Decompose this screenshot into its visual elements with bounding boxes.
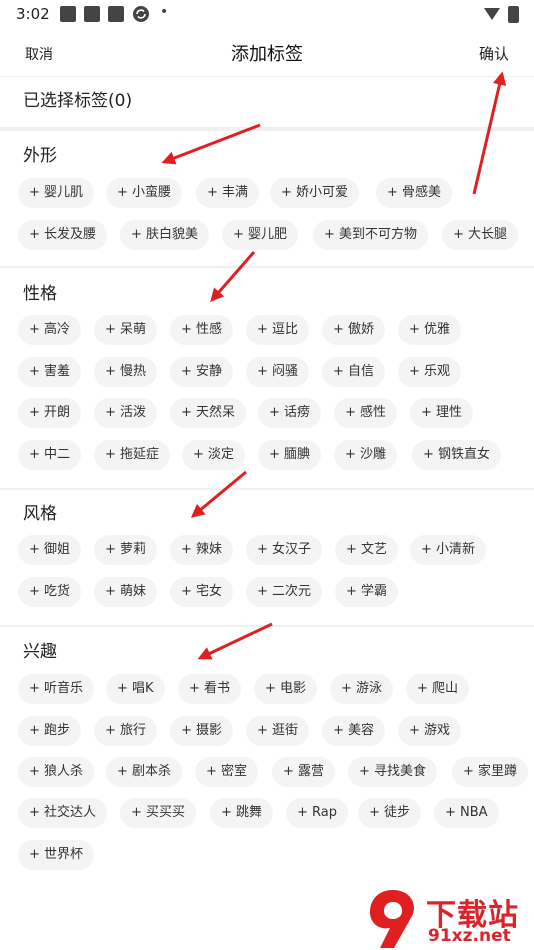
tag-chip[interactable]: + 话痨	[258, 398, 322, 428]
tag-chip[interactable]: + 感性	[334, 398, 398, 428]
tag-chip[interactable]: + 高冷	[18, 315, 82, 345]
tag-chip[interactable]: + 丰满	[196, 178, 260, 208]
section-title-style: 风格	[23, 504, 57, 524]
tag-chip[interactable]: + 家里蹲	[452, 757, 529, 787]
watermark-logo-icon	[370, 890, 414, 948]
tag-chip[interactable]: + 理性	[410, 398, 474, 428]
tag-chip[interactable]: + 美容	[322, 716, 386, 746]
tag-chip[interactable]: + 电影	[254, 674, 318, 704]
section-divider	[0, 488, 534, 490]
tag-chip[interactable]: + 腼腆	[258, 440, 322, 470]
tag-chip[interactable]: + 密室	[195, 757, 259, 787]
tag-chip[interactable]: + 萌妹	[94, 577, 158, 607]
tag-chip[interactable]: + 逛街	[246, 716, 310, 746]
tag-chip[interactable]: + 大长腿	[442, 220, 519, 250]
wifi-icon	[484, 8, 500, 20]
tag-chip[interactable]: + 优雅	[398, 315, 462, 345]
tag-chip[interactable]: + 傲娇	[322, 315, 386, 345]
tag-chip[interactable]: + 听音乐	[18, 674, 95, 704]
tag-chip[interactable]: + 钢铁直女	[412, 440, 502, 470]
notification-icon	[60, 6, 76, 22]
tag-chip[interactable]: + 二次元	[246, 577, 323, 607]
selected-tags-label: 已选择标签(0)	[23, 91, 133, 111]
tag-chip[interactable]: + 学霸	[335, 577, 399, 607]
tag-chip[interactable]: + 寻找美食	[348, 757, 438, 787]
tag-chip[interactable]: + Rap	[286, 798, 348, 828]
tag-chip[interactable]: + 美到不可方物	[313, 220, 429, 250]
tag-chip[interactable]: + 游戏	[398, 716, 462, 746]
tag-chip[interactable]: + 徒步	[358, 798, 422, 828]
selected-tags-row: 已选择标签(0)	[0, 76, 534, 127]
tag-chip[interactable]: + 天然呆	[170, 398, 247, 428]
tag-chip[interactable]: + 长发及腰	[18, 220, 108, 250]
tag-chip[interactable]: + 文艺	[335, 535, 399, 565]
tag-chip[interactable]: + 唱K	[106, 674, 165, 704]
tag-chip[interactable]: + 淡定	[182, 440, 246, 470]
watermark: 下载站 91xz.net	[360, 888, 534, 950]
tag-chip[interactable]: + 乐观	[398, 357, 462, 387]
tag-chip[interactable]: + 害羞	[18, 357, 82, 387]
confirm-button[interactable]: 确认	[479, 43, 509, 64]
annotation-arrow	[210, 251, 256, 303]
tag-chip[interactable]: + 自信	[322, 357, 386, 387]
status-time: 3:02	[16, 5, 50, 23]
section-divider	[0, 625, 534, 627]
tag-chip[interactable]: + 女汉子	[246, 535, 323, 565]
tag-chip[interactable]: + 小清新	[410, 535, 487, 565]
tag-chip[interactable]: + 剧本杀	[106, 757, 183, 787]
tag-chip[interactable]: + 辣妹	[170, 535, 234, 565]
battery-icon	[508, 6, 519, 23]
section-title-personality: 性格	[23, 284, 57, 304]
tag-chip[interactable]: + 摄影	[170, 716, 234, 746]
tag-chip[interactable]: + 狼人杀	[18, 757, 95, 787]
tag-chip[interactable]: + 世界杯	[18, 840, 95, 870]
tag-chip[interactable]: + 旅行	[94, 716, 158, 746]
tag-chip[interactable]: + 跑步	[18, 716, 82, 746]
tag-chip[interactable]: + 宅女	[170, 577, 234, 607]
tag-chip[interactable]: + 爬山	[406, 674, 470, 704]
tag-chip[interactable]: + 沙雕	[334, 440, 398, 470]
section-divider	[0, 266, 534, 268]
tag-chip[interactable]: + 安静	[170, 357, 234, 387]
notification-icon	[84, 6, 100, 22]
tag-chip[interactable]: + 肤白貌美	[120, 220, 210, 250]
tag-chip[interactable]: + 婴儿肌	[18, 178, 95, 208]
tag-chip[interactable]: + 御姐	[18, 535, 82, 565]
tag-chip[interactable]: + 骨感美	[376, 178, 453, 208]
top-bar: 取消 添加标签 确认	[0, 28, 534, 77]
notification-icon	[108, 6, 124, 22]
tag-chip[interactable]: + 闷骚	[246, 357, 310, 387]
tag-chip[interactable]: + 买买买	[120, 798, 197, 828]
sync-icon	[133, 6, 149, 22]
page-title: 添加标签	[231, 44, 303, 65]
tag-chip[interactable]: + 活泼	[94, 398, 158, 428]
tag-chip[interactable]: + 开朗	[18, 398, 82, 428]
tag-chip[interactable]: + 社交达人	[18, 798, 108, 828]
tag-chip[interactable]: + 慢热	[94, 357, 158, 387]
tag-chip[interactable]: + 看书	[178, 674, 242, 704]
tag-chip[interactable]: + 小蛮腰	[106, 178, 183, 208]
section-divider	[0, 127, 534, 131]
section-title-interests: 兴趣	[23, 642, 57, 662]
tag-chip[interactable]: + 逗比	[246, 315, 310, 345]
tag-chip[interactable]: + 游泳	[330, 674, 394, 704]
tag-chip[interactable]: + NBA	[434, 798, 499, 828]
watermark-domain: 91xz.net	[428, 926, 511, 946]
tag-chip[interactable]: + 呆萌	[94, 315, 158, 345]
status-dot: •	[160, 4, 169, 20]
annotation-arrow	[190, 470, 247, 518]
tag-chip[interactable]: + 性感	[170, 315, 234, 345]
tag-chip[interactable]: + 中二	[18, 440, 82, 470]
tag-chip[interactable]: + 吃货	[18, 577, 82, 607]
tag-chip[interactable]: + 露营	[272, 757, 336, 787]
tag-chip[interactable]: + 婴儿肥	[222, 220, 299, 250]
section-title-appearance: 外形	[23, 146, 57, 166]
tag-chip[interactable]: + 跳舞	[210, 798, 274, 828]
tag-chip[interactable]: + 娇小可爱	[270, 178, 360, 208]
status-bar: 3:02 •	[0, 0, 534, 28]
annotation-arrow	[197, 622, 273, 660]
tag-chip[interactable]: + 萝莉	[94, 535, 158, 565]
tag-chip[interactable]: + 拖延症	[94, 440, 171, 470]
